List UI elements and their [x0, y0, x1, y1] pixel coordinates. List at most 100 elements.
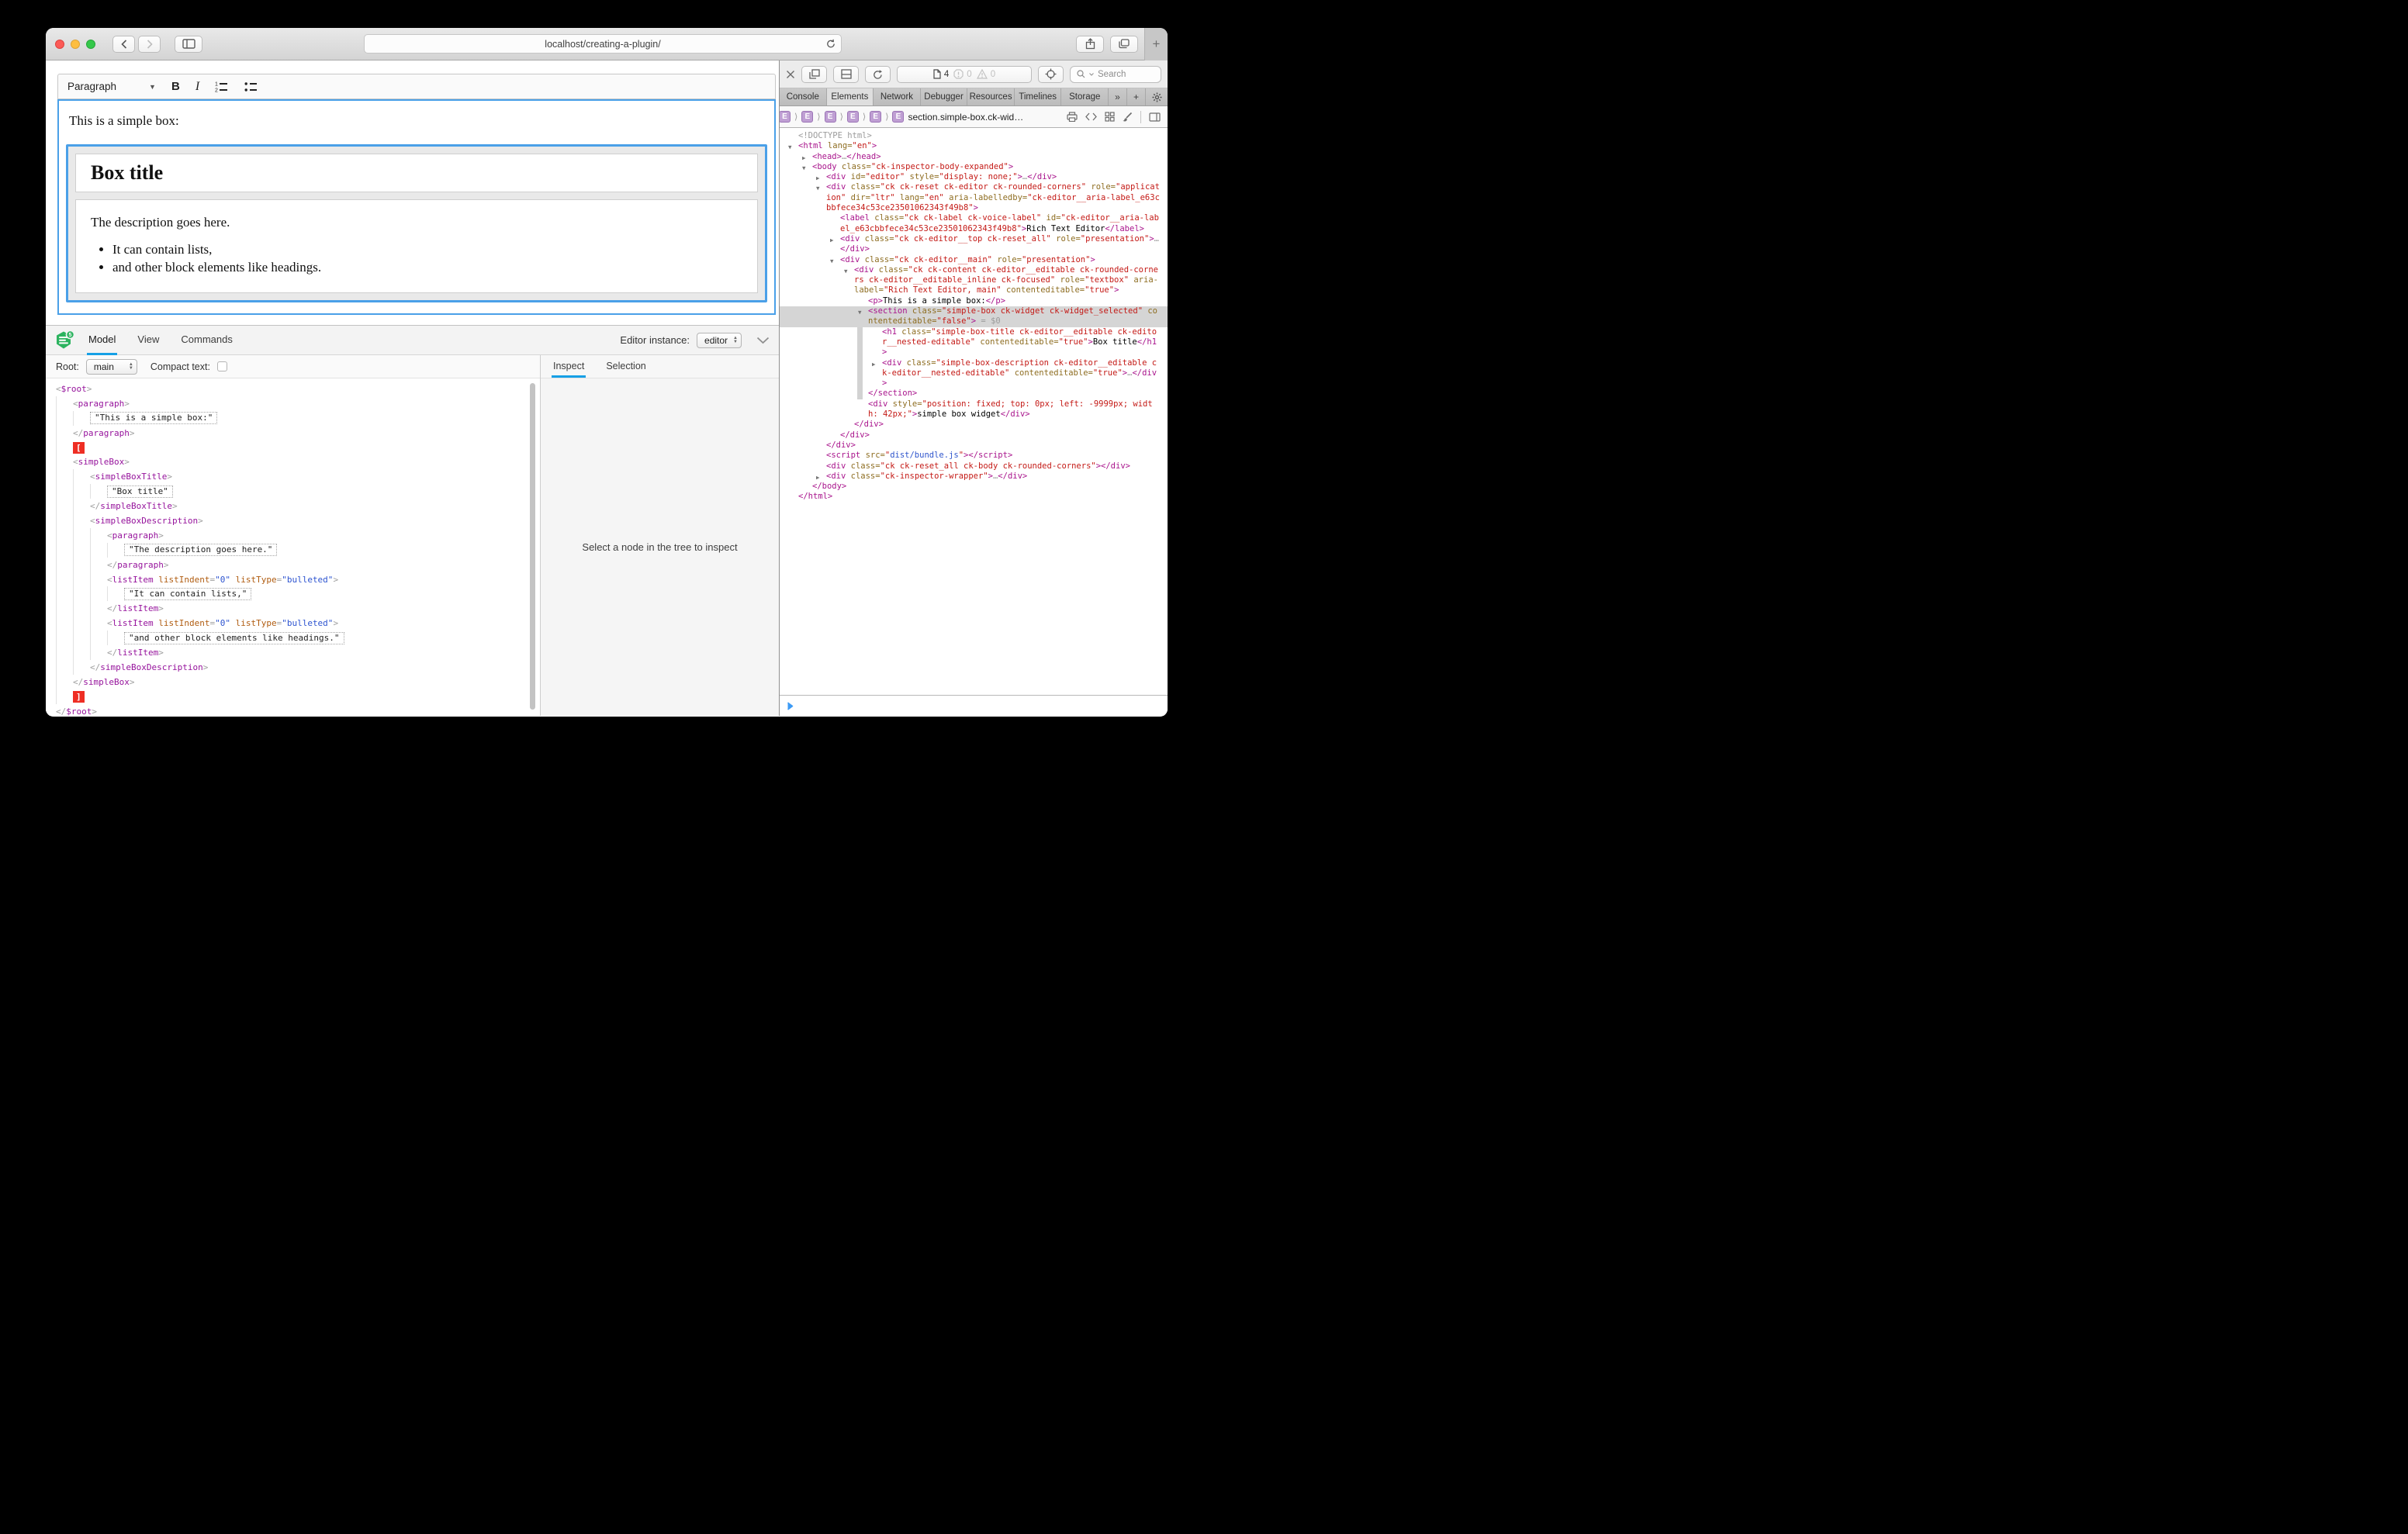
back-button[interactable]	[112, 36, 135, 53]
dom-tree-row[interactable]: </section>	[780, 389, 1168, 399]
model-text-node[interactable]: "This is a simple box:"	[90, 412, 217, 424]
dom-tree-row[interactable]: <p>This is a simple box:</p>	[780, 296, 1168, 306]
dom-tree-row[interactable]: ▶<div class="ck ck-editor__top ck-reset_…	[780, 234, 1168, 255]
close-window-button[interactable]	[55, 40, 64, 49]
model-tree-row[interactable]: <paragraph>	[46, 528, 540, 543]
model-tree-row[interactable]: <paragraph>	[46, 396, 540, 411]
devtools-settings-button[interactable]	[1146, 88, 1168, 105]
dom-tree-row[interactable]: <script src="dist/bundle.js"></script>	[780, 451, 1168, 461]
root-select[interactable]: main ▲▼	[86, 359, 137, 375]
inspector-tab-view[interactable]: View	[136, 326, 161, 355]
compact-text-checkbox[interactable]	[217, 361, 227, 371]
split-console-button[interactable]	[833, 66, 859, 83]
disclosure-triangle-icon[interactable]: ▶	[816, 173, 820, 183]
model-tree-row[interactable]: </paragraph>	[46, 426, 540, 441]
dom-tree-row[interactable]: ▶<div id="editor" style="display: none;"…	[780, 172, 1168, 182]
devtools-tab-resources[interactable]: Resources	[967, 88, 1015, 105]
dom-tree-row[interactable]: <h1 class="simple-box-title ck-editor__e…	[780, 327, 1168, 358]
disclosure-triangle-icon[interactable]: ▼	[858, 307, 862, 317]
bulleted-list-button[interactable]	[244, 81, 258, 92]
minimize-window-button[interactable]	[71, 40, 80, 49]
dom-tree-row[interactable]: <div class="ck ck-reset_all ck-body ck-r…	[780, 461, 1168, 472]
dom-tree-row[interactable]: ▶<head>…</head>	[780, 152, 1168, 162]
model-tree-row[interactable]: </$root>	[46, 704, 540, 716]
model-text-node[interactable]: "It can contain lists,"	[124, 588, 251, 600]
breadcrumb-element-badge[interactable]: E	[870, 111, 881, 123]
reload-page-button[interactable]	[865, 66, 891, 83]
forward-button[interactable]	[138, 36, 161, 53]
model-tree-row[interactable]: </paragraph>	[46, 558, 540, 572]
model-tree-scrollbar[interactable]	[530, 383, 535, 710]
inspect-tab-inspect[interactable]: Inspect	[552, 355, 586, 378]
inspector-tab-commands[interactable]: Commands	[179, 326, 234, 355]
dom-tree-row[interactable]: ▼<div class="ck ck-editor__main" role="p…	[780, 255, 1168, 265]
dom-tree-row[interactable]: </body>	[780, 482, 1168, 492]
model-tree-row[interactable]: "The description goes here."	[46, 543, 540, 558]
disclosure-triangle-icon[interactable]: ▼	[830, 256, 834, 266]
tab-overview-button[interactable]	[1110, 36, 1138, 53]
devtools-tab-storage[interactable]: Storage	[1061, 88, 1109, 105]
intro-paragraph[interactable]: This is a simple box:	[69, 113, 774, 129]
breadcrumb-element-badge[interactable]: E	[801, 111, 813, 123]
breadcrumb-element-badge[interactable]: E	[780, 111, 791, 123]
disclosure-triangle-icon[interactable]: ▶	[802, 153, 806, 163]
details-sidebar-icon[interactable]	[1149, 112, 1161, 122]
dom-tree-row[interactable]: ▼<section class="simple-box ck-widget ck…	[780, 306, 1168, 327]
dom-tree-row[interactable]: ▼<html lang="en">	[780, 141, 1168, 151]
styles-brush-icon[interactable]	[1123, 112, 1133, 122]
dom-tree-row[interactable]: </div>	[780, 420, 1168, 430]
add-tab-button[interactable]: +	[1127, 88, 1146, 105]
more-tabs-button[interactable]: »	[1109, 88, 1127, 105]
dom-tree-row[interactable]: ▼<div class="ck ck-reset ck-editor ck-ro…	[780, 182, 1168, 213]
close-devtools-button[interactable]	[786, 70, 795, 79]
disclosure-triangle-icon[interactable]: ▼	[788, 142, 792, 152]
simple-box-title-field[interactable]: Box title	[75, 154, 758, 192]
issues-summary[interactable]: 4 0 0	[897, 66, 1032, 83]
model-tree-row[interactable]: "It can contain lists,"	[46, 586, 540, 601]
model-tree-row[interactable]: </listItem>	[46, 645, 540, 660]
share-button[interactable]	[1076, 36, 1104, 53]
disclosure-triangle-icon[interactable]: ▶	[872, 359, 876, 369]
model-tree-row[interactable]: </simpleBoxDescription>	[46, 660, 540, 675]
simple-box-widget[interactable]: Box title The description goes here. It …	[66, 144, 767, 302]
devtools-tab-debugger[interactable]: Debugger	[921, 88, 968, 105]
disclosure-triangle-icon[interactable]: ▼	[816, 183, 820, 193]
model-text-node[interactable]: "Box title"	[107, 485, 173, 498]
address-bar[interactable]: localhost/creating-a-plugin/	[364, 34, 842, 54]
editor-editable-area[interactable]: This is a simple box: Box title The desc…	[57, 99, 776, 315]
breadcrumb-current[interactable]: section.simple-box.ck-wid…	[908, 112, 1023, 123]
model-text-node[interactable]: "The description goes here."	[124, 544, 277, 556]
dom-tree-row[interactable]: <div style="position: fixed; top: 0px; l…	[780, 399, 1168, 420]
disclosure-triangle-icon[interactable]: ▼	[802, 163, 806, 173]
devtools-search-field[interactable]: Search	[1070, 66, 1161, 83]
model-tree-row[interactable]: <simpleBoxTitle>	[46, 469, 540, 484]
numbered-list-button[interactable]: 1 2	[215, 81, 229, 92]
model-tree-row[interactable]: "Box title"	[46, 484, 540, 499]
dom-tree-row[interactable]: </div>	[780, 441, 1168, 451]
model-tree-row[interactable]: "and other block elements like headings.…	[46, 631, 540, 645]
disclosure-triangle-icon[interactable]: ▼	[844, 266, 848, 276]
zoom-window-button[interactable]	[86, 40, 95, 49]
inspect-tab-selection[interactable]: Selection	[604, 355, 647, 378]
inspector-tab-model[interactable]: Model	[87, 326, 117, 355]
disclosure-triangle-icon[interactable]: ▶	[816, 472, 820, 482]
editor-instance-select[interactable]: editor ▲▼	[697, 333, 742, 348]
disclosure-triangle-icon[interactable]: ▶	[830, 235, 834, 245]
reload-icon[interactable]	[826, 39, 836, 49]
bold-button[interactable]: B	[171, 80, 180, 93]
print-styles-icon[interactable]	[1067, 112, 1078, 122]
devtools-tab-console[interactable]: Console	[780, 88, 827, 105]
dom-tree-row[interactable]: ▶<div class="ck-inspector-wrapper">…</di…	[780, 472, 1168, 482]
model-text-node[interactable]: "and other block elements like headings.…	[124, 632, 344, 644]
model-tree-row[interactable]: </simpleBox>	[46, 675, 540, 689]
model-tree-row[interactable]: <$root>	[46, 382, 540, 396]
dom-tree-row[interactable]: ▼<body class="ck-inspector-body-expanded…	[780, 162, 1168, 172]
dom-tree-row[interactable]: </html>	[780, 492, 1168, 502]
breadcrumb-element-badge[interactable]: E	[892, 111, 904, 123]
element-picker-button[interactable]	[1038, 66, 1064, 83]
sidebar-toggle-button[interactable]	[175, 36, 202, 53]
model-tree-row[interactable]: [	[46, 441, 540, 455]
model-tree-row[interactable]: "This is a simple box:"	[46, 411, 540, 426]
model-tree-row[interactable]: ]	[46, 689, 540, 704]
model-tree-row[interactable]: <simpleBoxDescription>	[46, 513, 540, 528]
